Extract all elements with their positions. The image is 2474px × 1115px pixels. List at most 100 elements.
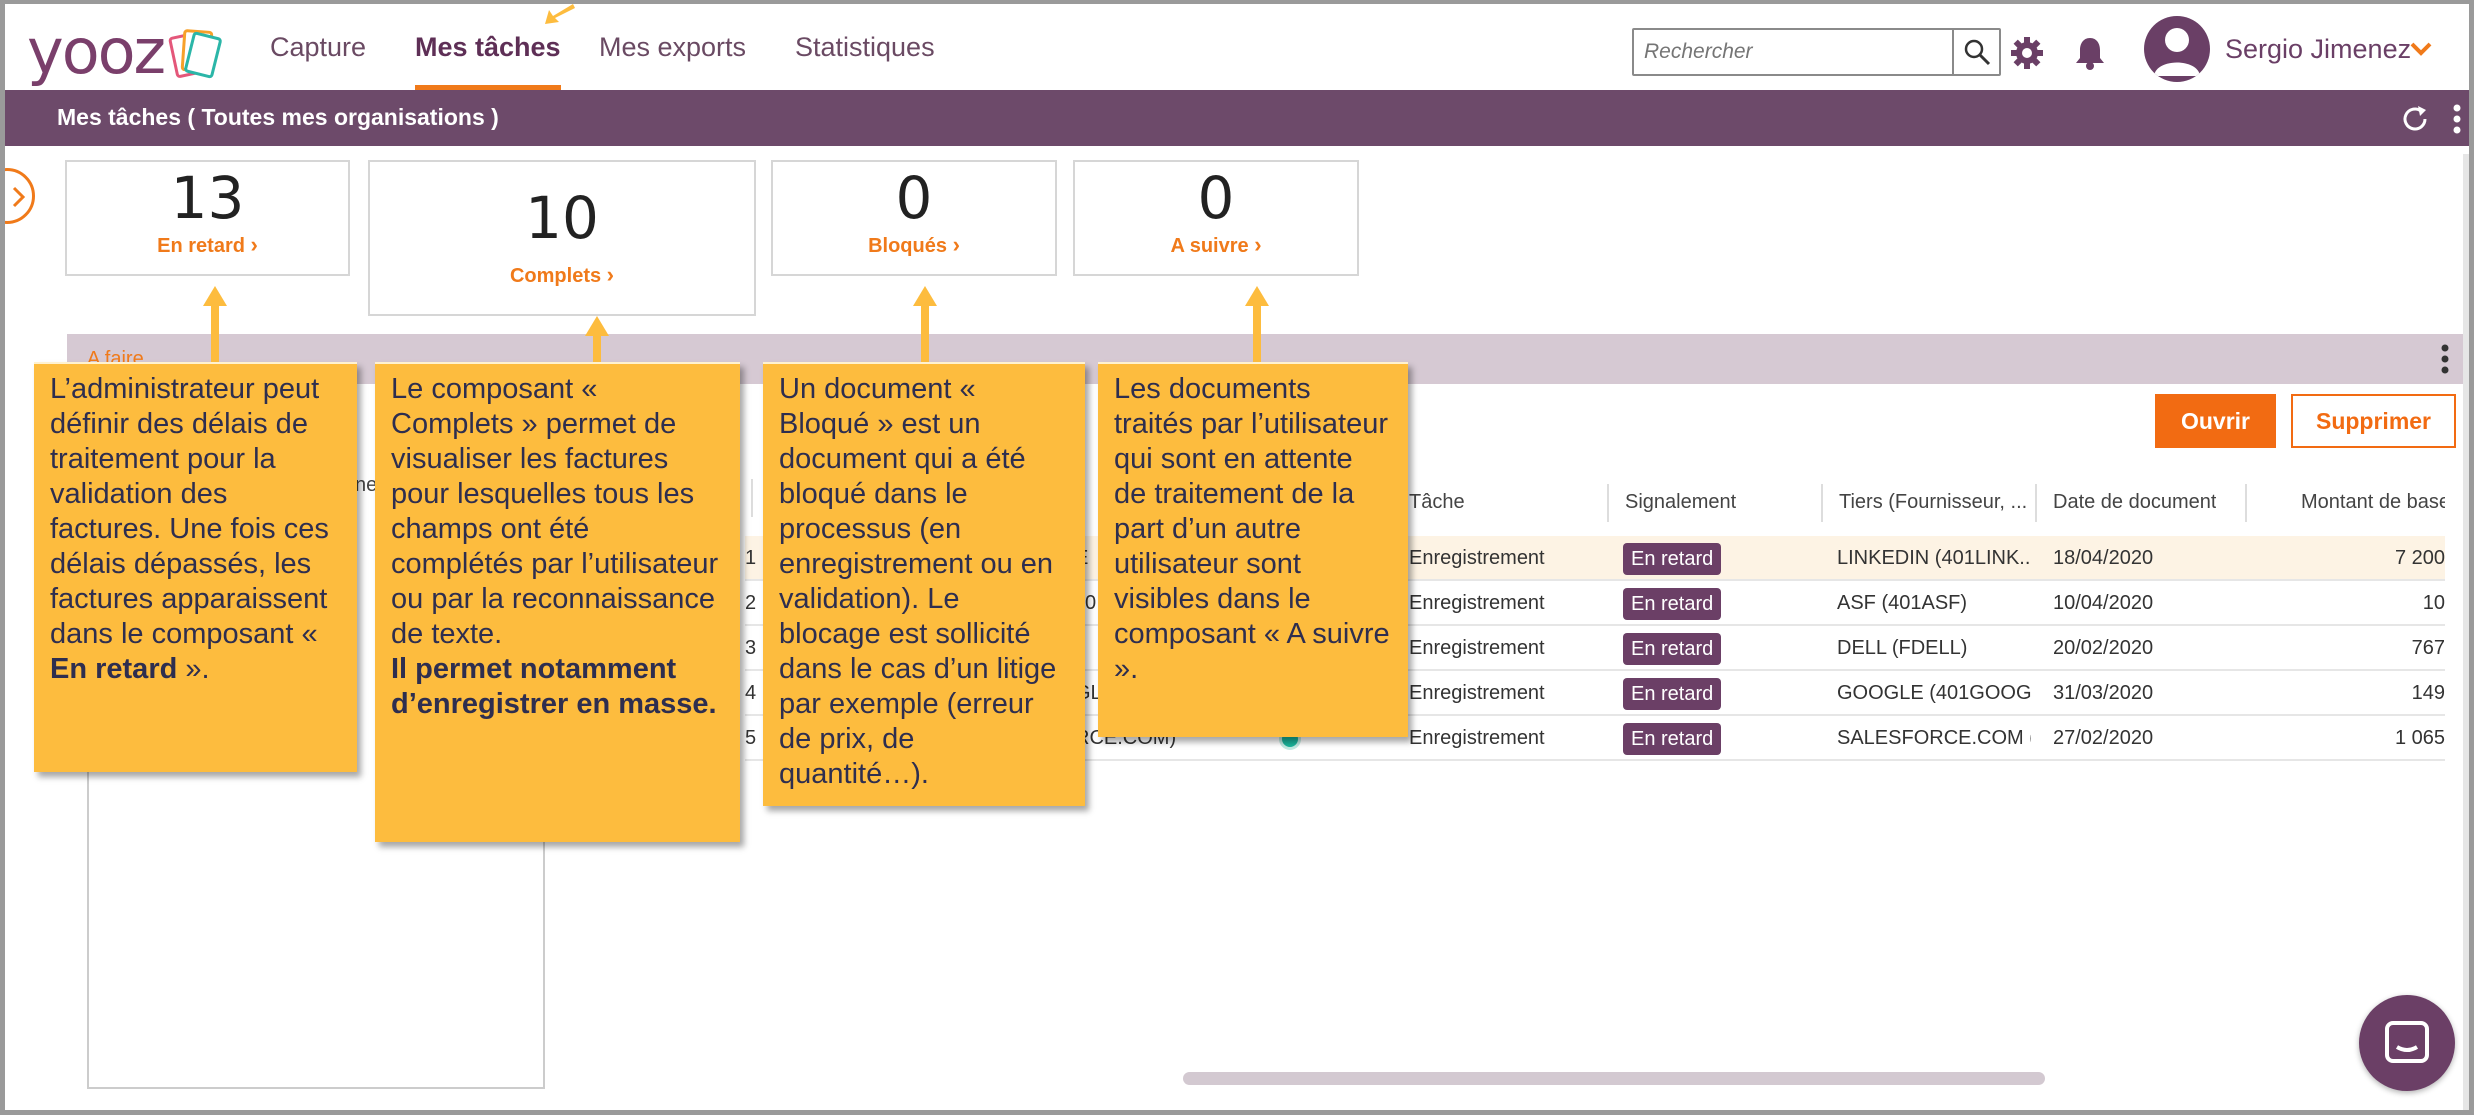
cell-tiers: ASF (401ASF) — [1837, 592, 1968, 614]
page-header: Mes tâches ( Toutes mes organisations ) — [5, 90, 2469, 146]
counter-bloques[interactable]: 0 Bloqués › — [771, 160, 1057, 276]
pointer-arrow-icon — [585, 316, 609, 366]
status-badge: En retard — [1623, 543, 1722, 575]
callout-bloques: Un document « Bloqué » est un document q… — [763, 362, 1085, 806]
status-badge: En retard — [1623, 633, 1722, 665]
counter-value: 0 — [1197, 164, 1235, 232]
status-badge: En retard — [1623, 723, 1722, 755]
row-index: 5 — [745, 727, 757, 749]
callout-text: L’administrateur peut définir des délais… — [50, 373, 329, 650]
status-badge: En retard — [1623, 678, 1722, 710]
counter-value: 0 — [895, 164, 933, 232]
status-badge: En retard — [1623, 588, 1722, 620]
column-separator — [1821, 484, 1823, 522]
callout-a-suivre: Les documents traités par l’utilisateur … — [1098, 362, 1408, 737]
search-icon — [1964, 39, 1990, 66]
cell-date: 18/04/2020 — [2053, 547, 2154, 569]
callout-text: Un document « Bloqué » est un document q… — [779, 373, 1057, 790]
callout-bold-text: Il permet notamment d’enregistrer en mas… — [391, 653, 717, 720]
pointer-arrow-icon — [913, 286, 937, 366]
yooz-logo[interactable]: yooz — [27, 15, 223, 88]
search-button[interactable] — [1952, 30, 1999, 74]
row-index: 3 — [745, 637, 757, 659]
tab-capture[interactable]: Capture — [270, 26, 366, 90]
counter-label: En retard › — [157, 232, 258, 257]
logo-text: yooz — [27, 15, 166, 88]
search-input[interactable] — [1634, 30, 1954, 74]
cell-amount: 7 200 — [2394, 547, 2445, 569]
cell-amount: 149 — [2411, 682, 2445, 704]
avatar[interactable] — [2144, 16, 2210, 82]
row-index: 4 — [745, 682, 757, 704]
column-header-signalement[interactable]: Signalement — [1625, 474, 1736, 528]
cell-task: Enregistrement — [1409, 592, 1545, 614]
user-name[interactable]: Sergio Jimenez — [2225, 34, 2411, 65]
refresh-icon[interactable] — [2400, 104, 2430, 134]
open-button[interactable]: Ouvrir — [2155, 394, 2276, 448]
column-separator — [751, 479, 753, 517]
cell-tiers: DELL (FDELL) — [1837, 637, 1968, 659]
more-vertical-icon[interactable] — [2453, 104, 2461, 134]
cell-task: Enregistrement — [1409, 637, 1545, 659]
pointer-arrow-icon — [545, 4, 575, 24]
tab-statistiques[interactable]: Statistiques — [795, 26, 935, 90]
counter-en-retard[interactable]: 13 En retard › — [65, 160, 350, 276]
counter-label: Complets › — [509, 262, 614, 287]
counter-complets[interactable]: 10 Complets › — [368, 160, 756, 316]
callout-text-tail: ». — [177, 653, 210, 685]
chevron-down-icon[interactable] — [2410, 42, 2432, 56]
user-icon — [2154, 28, 2200, 76]
cell-amount: 10 — [2422, 592, 2445, 614]
counter-label: A suivre › — [1170, 232, 1262, 257]
callout-bold-text: En retard — [50, 653, 178, 685]
cell-tiers: SALESFORCE.COM (... — [1837, 727, 2031, 749]
page-title: Mes tâches ( Toutes mes organisations ) — [57, 104, 499, 130]
gear-icon[interactable] — [2010, 36, 2044, 70]
counter-a-suivre[interactable]: 0 A suivre › — [1073, 160, 1359, 276]
callout-complets: Le composant « Complets » permet de visu… — [375, 362, 740, 842]
pointer-arrow-icon — [203, 286, 227, 366]
chevron-right-icon — [12, 186, 26, 208]
cell-date: 20/02/2020 — [2053, 637, 2154, 659]
search-box — [1632, 28, 2001, 76]
pointer-arrow-icon — [1245, 286, 1269, 366]
row-index: 1 — [745, 547, 757, 569]
column-separator — [2035, 484, 2037, 522]
cell-task: Enregistrement — [1409, 547, 1545, 569]
top-navigation: yooz Capture Mes tâches Mes exports Stat… — [5, 4, 2469, 90]
row-index: 2 — [745, 592, 757, 614]
tab-mes-taches[interactable]: Mes tâches — [415, 26, 561, 90]
column-header-tache[interactable]: Tâche — [1409, 474, 1465, 528]
column-separator — [2245, 484, 2247, 522]
cell-fragment: 0 — [1085, 592, 1097, 614]
callout-en-retard: L’administrateur peut définir des délais… — [34, 362, 357, 772]
counter-value: 13 — [170, 164, 245, 232]
more-vertical-icon[interactable] — [2441, 344, 2449, 374]
cell-task: Enregistrement — [1409, 727, 1545, 749]
cell-amount: 767 — [2411, 637, 2445, 659]
delete-button[interactable]: Supprimer — [2291, 394, 2456, 448]
logo-cards-icon — [168, 26, 223, 80]
counter-label: Bloqués › — [868, 232, 960, 257]
cell-tiers: GOOGLE (401GOOG... — [1837, 682, 2031, 704]
sidebar-toggle[interactable] — [5, 168, 35, 224]
column-header-date[interactable]: Date de document — [2053, 474, 2216, 528]
horizontal-scrollbar[interactable] — [1183, 1072, 2045, 1085]
column-header-tiers[interactable]: Tiers (Fournisseur, ... — [1839, 474, 2035, 528]
callout-text: Le composant « Complets » permet de visu… — [391, 373, 719, 650]
cell-date: 27/02/2020 — [2053, 727, 2154, 749]
app-window: yooz Capture Mes tâches Mes exports Stat… — [0, 0, 2474, 1115]
bell-icon[interactable] — [2075, 36, 2105, 70]
column-header-montant[interactable]: Montant de base — [2301, 474, 2445, 528]
cell-amount: 1 065 — [2394, 727, 2445, 749]
column-fragment: ne — [355, 474, 378, 496]
tab-mes-exports[interactable]: Mes exports — [599, 26, 746, 90]
cell-tiers: LINKEDIN (401LINK... — [1837, 547, 2031, 569]
counter-value: 10 — [525, 184, 599, 252]
chat-button[interactable] — [2359, 995, 2455, 1091]
cell-task: Enregistrement — [1409, 682, 1545, 704]
vertical-scrollbar[interactable] — [2463, 154, 2469, 1110]
column-separator — [1607, 484, 1609, 522]
chat-icon — [2385, 1021, 2429, 1063]
cell-date: 31/03/2020 — [2053, 682, 2154, 704]
